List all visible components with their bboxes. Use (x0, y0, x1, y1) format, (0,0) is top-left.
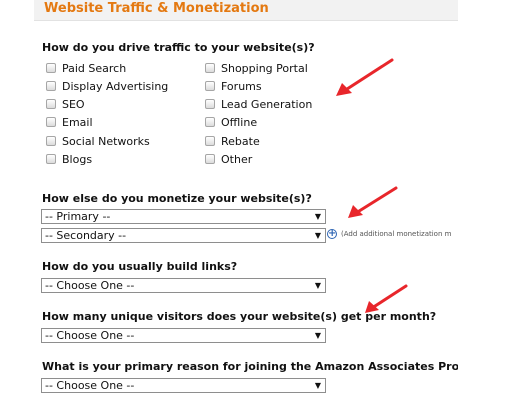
plus-circle-icon[interactable]: + (327, 229, 337, 239)
checkbox-rebate[interactable]: Rebate (205, 134, 260, 148)
checkbox-box[interactable] (205, 81, 215, 91)
checkbox-offline[interactable]: Offline (205, 115, 257, 129)
checkbox-label: Shopping Portal (221, 61, 308, 75)
checkbox-box[interactable] (46, 81, 56, 91)
checkbox-box[interactable] (205, 136, 215, 146)
checkbox-forums[interactable]: Forums (205, 79, 262, 93)
build-links-select[interactable]: -- Choose One -- ▼ (41, 278, 326, 293)
links-question: How do you usually build links? (42, 260, 238, 273)
checkbox-box[interactable] (46, 117, 56, 127)
checkbox-label: SEO (62, 97, 85, 111)
section-title: Website Traffic & Monetization (44, 1, 269, 16)
checkbox-seo[interactable]: SEO (46, 97, 85, 111)
chevron-down-icon: ▼ (314, 281, 321, 290)
red-arrow-icon (336, 58, 394, 96)
checkbox-box[interactable] (205, 154, 215, 164)
checkbox-paid-search[interactable]: Paid Search (46, 61, 126, 75)
red-arrow-icon (348, 186, 398, 218)
red-arrow-icon (365, 284, 408, 313)
checkbox-lead-generation[interactable]: Lead Generation (205, 97, 312, 111)
unique-visitors-select[interactable]: -- Choose One -- ▼ (41, 328, 326, 343)
chevron-down-icon: ▼ (314, 381, 321, 390)
primary-reason-select[interactable]: -- Choose One -- ▼ (41, 378, 326, 393)
checkbox-label: Email (62, 115, 93, 129)
checkbox-label: Forums (221, 79, 262, 93)
checkbox-display-advertising[interactable]: Display Advertising (46, 79, 168, 93)
select-value: -- Choose One -- (45, 279, 135, 292)
select-value: -- Choose One -- (45, 379, 135, 392)
reason-question: What is your primary reason for joining … (42, 360, 498, 373)
checkbox-blogs[interactable]: Blogs (46, 152, 92, 166)
checkbox-box[interactable] (205, 99, 215, 109)
select-value: -- Primary -- (45, 210, 111, 223)
select-value: -- Choose One -- (45, 329, 135, 342)
checkbox-label: Social Networks (62, 134, 150, 148)
select-value: -- Secondary -- (45, 229, 127, 242)
checkbox-box[interactable] (205, 63, 215, 73)
page-margin (458, 0, 527, 408)
checkbox-box[interactable] (46, 154, 56, 164)
checkbox-box[interactable] (205, 117, 215, 127)
checkbox-email[interactable]: Email (46, 115, 93, 129)
checkbox-label: Display Advertising (62, 79, 169, 93)
checkbox-label: Rebate (221, 134, 260, 148)
checkbox-label: Lead Generation (221, 97, 313, 111)
checkbox-box[interactable] (46, 99, 56, 109)
section-header: Website Traffic & Monetization (34, 0, 458, 21)
traffic-question: How do you drive traffic to your website… (42, 41, 315, 54)
checkbox-label: Blogs (62, 152, 93, 166)
chevron-down-icon: ▼ (314, 331, 321, 340)
checkbox-label: Paid Search (62, 61, 127, 75)
monetize-question: How else do you monetize your website(s)… (42, 192, 312, 205)
chevron-down-icon: ▼ (314, 231, 321, 240)
primary-monetization-select[interactable]: -- Primary -- ▼ (41, 209, 326, 224)
chevron-down-icon: ▼ (314, 212, 321, 221)
add-monetization-link[interactable]: (Add additional monetization m (341, 230, 457, 239)
checkbox-box[interactable] (46, 136, 56, 146)
checkbox-social-networks[interactable]: Social Networks (46, 134, 150, 148)
secondary-monetization-select[interactable]: -- Secondary -- ▼ (41, 228, 326, 243)
checkbox-label: Other (221, 152, 253, 166)
checkbox-other[interactable]: Other (205, 152, 252, 166)
checkbox-box[interactable] (46, 63, 56, 73)
checkbox-label: Offline (221, 115, 258, 129)
checkbox-shopping-portal[interactable]: Shopping Portal (205, 61, 308, 75)
